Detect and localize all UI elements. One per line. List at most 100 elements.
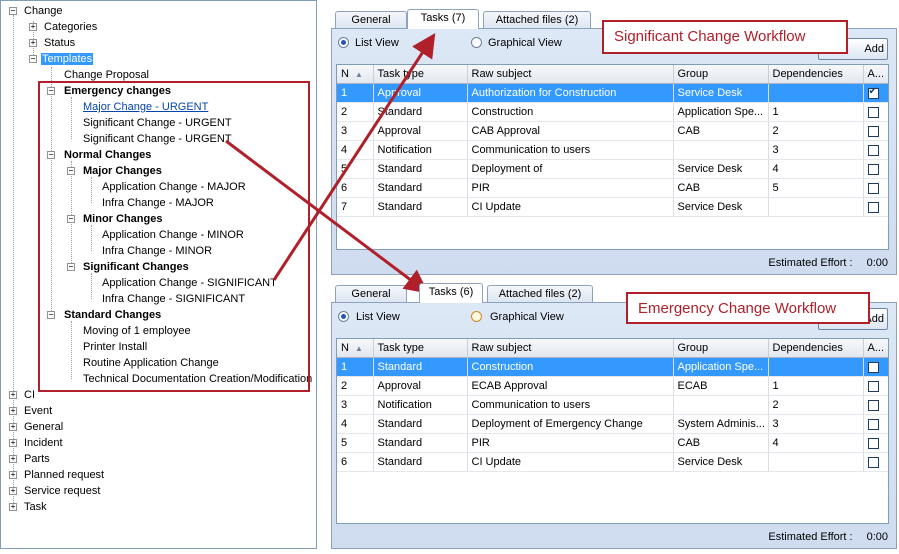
col-header-a[interactable]: A...	[863, 339, 888, 358]
tree-node-event[interactable]: + Event	[5, 404, 53, 418]
graphical-view-radio[interactable]	[471, 311, 482, 322]
cell-dependencies	[768, 452, 864, 472]
template-tree[interactable]: − Change + Categories + Status − Templat…	[0, 0, 317, 549]
table-row[interactable]: 6 Standard PIR CAB 5	[337, 178, 888, 198]
tab-tasks[interactable]: Tasks (7)	[407, 9, 479, 29]
row-checkbox[interactable]	[867, 201, 879, 213]
tab-general[interactable]: General	[335, 285, 407, 302]
cell-group: Application Spe...	[673, 357, 769, 377]
expand-icon[interactable]: +	[9, 391, 17, 399]
expand-icon[interactable]: +	[29, 23, 37, 31]
table-row[interactable]: 4 Notification Communication to users 3	[337, 140, 888, 160]
tab-tasks[interactable]: Tasks (6)	[419, 283, 483, 303]
table-row[interactable]: 3 Approval CAB Approval CAB 2	[337, 121, 888, 141]
tree-node-incident[interactable]: + Incident	[5, 436, 64, 450]
tab-general[interactable]: General	[335, 11, 407, 28]
tree-label: Task	[24, 501, 47, 513]
collapse-icon[interactable]: −	[9, 7, 17, 15]
cell-task-type: Approval	[373, 376, 468, 396]
tree-node-templates[interactable]: − Templates	[25, 52, 94, 66]
expand-icon[interactable]: +	[9, 423, 17, 431]
col-header-raw-subject[interactable]: Raw subject	[467, 65, 674, 84]
cell-group: CAB	[673, 178, 769, 198]
row-checkbox[interactable]	[867, 399, 879, 411]
tree-node-service-request[interactable]: + Service request	[5, 484, 101, 498]
row-checkbox[interactable]	[867, 144, 879, 156]
cell-n: 5	[337, 159, 374, 179]
cell-group: CAB	[673, 433, 769, 453]
cell-dependencies: 4	[768, 433, 864, 453]
row-checkbox[interactable]	[867, 125, 879, 137]
cell-dependencies	[768, 357, 864, 377]
list-view-radio[interactable]	[338, 37, 349, 48]
cell-checkbox	[863, 159, 888, 179]
tree-node-change-proposal[interactable]: Change Proposal	[63, 68, 150, 82]
table-row[interactable]: 5 Standard PIR CAB 4	[337, 433, 888, 453]
row-checkbox[interactable]	[867, 437, 879, 449]
cell-checkbox	[863, 102, 888, 122]
tab-attached-files[interactable]: Attached files (2)	[483, 11, 591, 28]
row-checkbox[interactable]	[867, 86, 879, 99]
row-checkbox[interactable]	[867, 361, 879, 373]
list-view-label: List View	[356, 311, 400, 323]
table-row[interactable]: 5 Standard Deployment of Service Desk 4	[337, 159, 888, 179]
cell-task-type: Standard	[373, 357, 468, 377]
col-header-raw-subject[interactable]: Raw subject	[467, 339, 674, 358]
list-view-radio[interactable]	[338, 311, 349, 322]
task-grid[interactable]: N ▲ Task type Raw subject Group Dependenc…	[336, 64, 889, 250]
sort-asc-icon: ▲	[354, 344, 363, 353]
tree-node-categories[interactable]: + Categories	[25, 20, 98, 34]
tree-node-planned-request[interactable]: + Planned request	[5, 468, 105, 482]
row-checkbox[interactable]	[867, 380, 879, 392]
collapse-icon[interactable]: −	[29, 55, 37, 63]
table-row[interactable]: 2 Standard Construction Application Spe... 1	[337, 102, 888, 122]
tab-attached-files[interactable]: Attached files (2)	[487, 285, 593, 302]
graphical-view-label: Graphical View	[490, 311, 564, 323]
expand-icon[interactable]: +	[29, 39, 37, 47]
row-checkbox[interactable]	[867, 182, 879, 194]
tree-node-ci[interactable]: + CI	[5, 388, 36, 402]
cell-checkbox	[863, 395, 888, 415]
table-row[interactable]: 3 Notification Communication to users 2	[337, 395, 888, 415]
table-row[interactable]: 6 Standard CI Update Service Desk	[337, 452, 888, 472]
expand-icon[interactable]: +	[9, 439, 17, 447]
cell-task-type: Standard	[373, 159, 468, 179]
expand-icon[interactable]: +	[9, 455, 17, 463]
significant-workflow-callout: Significant Change Workflow	[602, 20, 848, 54]
table-row[interactable]: 1 Approval Authorization for Construction S…	[337, 83, 888, 103]
col-header-a[interactable]: A...	[863, 65, 888, 84]
expand-icon[interactable]: +	[9, 487, 17, 495]
col-header-group[interactable]: Group	[673, 339, 769, 358]
table-row[interactable]: 1 Standard Construction Application Spe...	[337, 357, 888, 377]
row-checkbox[interactable]	[867, 418, 879, 430]
expand-icon[interactable]: +	[9, 407, 17, 415]
row-checkbox[interactable]	[867, 163, 879, 175]
table-row[interactable]: 4 Standard Deployment of Emergency Change S…	[337, 414, 888, 434]
task-grid[interactable]: N ▲ Task type Raw subject Group Dependenc…	[336, 338, 889, 524]
tree-node-change[interactable]: − Change	[5, 4, 64, 18]
col-header-n[interactable]: N ▲	[337, 339, 374, 358]
row-checkbox[interactable]	[867, 106, 879, 118]
cell-group: Application Spe...	[673, 102, 769, 122]
col-header-n[interactable]: N ▲	[337, 65, 374, 84]
tree-node-status[interactable]: + Status	[25, 36, 76, 50]
tree-node-parts[interactable]: + Parts	[5, 452, 51, 466]
cell-group: CAB	[673, 121, 769, 141]
tree-node-general[interactable]: + General	[5, 420, 64, 434]
col-header-group[interactable]: Group	[673, 65, 769, 84]
graphical-view-radio[interactable]	[471, 37, 482, 48]
row-checkbox[interactable]	[867, 456, 879, 468]
estimated-effort: Estimated Effort : 0:00	[754, 257, 888, 269]
expand-icon[interactable]: +	[9, 503, 17, 511]
expand-icon[interactable]: +	[9, 471, 17, 479]
col-header-dependencies[interactable]: Dependencies	[768, 339, 864, 358]
col-header-task-type[interactable]: Task type	[373, 339, 468, 358]
col-header-task-type[interactable]: Task type	[373, 65, 468, 84]
table-row[interactable]: 2 Approval ECAB Approval ECAB 1	[337, 376, 888, 396]
table-row[interactable]: 7 Standard CI Update Service Desk	[337, 197, 888, 217]
effort-value: 0:00	[866, 257, 888, 269]
estimated-effort: Estimated Effort : 0:00	[754, 531, 888, 543]
col-header-dependencies[interactable]: Dependencies	[768, 65, 864, 84]
tree-node-task[interactable]: + Task	[5, 500, 48, 514]
cell-dependencies: 5	[768, 178, 864, 198]
